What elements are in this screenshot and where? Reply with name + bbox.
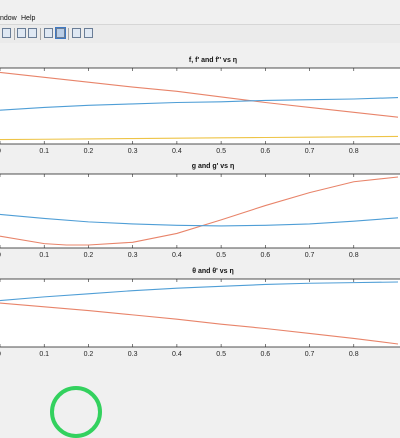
- subplot-title: f, f' and f'' vs η: [189, 57, 237, 64]
- subplots: f, f' and f'' vs η 0.1 0.2 0.3 0.4 0.5 0.6 0.7 0…: [0, 57, 400, 358]
- x-tick-label: 0.6: [260, 351, 270, 358]
- figure-toolbar: [0, 24, 400, 44]
- x-tick-label: 0.3: [128, 351, 138, 358]
- x-tick-label: 0.6: [260, 252, 270, 259]
- x-tick-label: 0.2: [84, 351, 94, 358]
- x-tick-label: 0.7: [305, 252, 315, 259]
- toolbar-separator: [14, 28, 15, 40]
- x-tick-label: 0.1: [39, 351, 49, 358]
- x-tick-label: 0.3: [128, 252, 138, 259]
- x-tick-label: 0.6: [260, 148, 270, 155]
- subplot-1[interactable]: f, f' and f'' vs η 0.1 0.2 0.3 0.4 0.5 0.6 0.7 0…: [0, 57, 400, 155]
- x-tick-label: 0.4: [172, 351, 182, 358]
- x-tick-label: 0.1: [39, 148, 49, 155]
- datacursor-icon[interactable]: [17, 28, 26, 38]
- x-tick-label: 0.5: [216, 148, 226, 155]
- subplot-3[interactable]: θ and θ' vs η 0.1 0.2 0.3 0.4 0.5 0.6 0.7 0.8 0: [0, 268, 400, 358]
- figure-canvas[interactable]: f, f' and f'' vs η 0.1 0.2 0.3 0.4 0.5 0.6 0.7 0…: [0, 43, 400, 390]
- x-tick-label-zero: 0: [0, 351, 1, 358]
- x-tick-label: 0.3: [128, 148, 138, 155]
- x-tick-label: 0.5: [216, 351, 226, 358]
- link-icon[interactable]: [44, 28, 53, 38]
- x-tick-label: 0.2: [84, 148, 94, 155]
- x-tick-label: 0.4: [172, 252, 182, 259]
- menu-window[interactable]: ndow: [0, 15, 17, 22]
- colorbar-icon[interactable]: [55, 27, 66, 39]
- menu-help[interactable]: Help: [21, 15, 35, 22]
- print-icon[interactable]: [2, 28, 11, 38]
- subplot-title: g and g' vs η: [192, 163, 235, 170]
- x-tick-label: 0.8: [349, 351, 359, 358]
- x-tick-label: 0.8: [349, 252, 359, 259]
- toolbar-separator: [40, 28, 41, 40]
- subplot-title: θ and θ' vs η: [192, 268, 234, 275]
- menu-bar: ndow Help: [0, 0, 400, 24]
- x-tick-label-zero: 0: [0, 252, 1, 259]
- x-tick-label-zero: 0: [0, 148, 1, 155]
- x-tick-label: 0.7: [305, 351, 315, 358]
- x-tick-label: 0.7: [305, 148, 315, 155]
- x-tick-label: 0.8: [349, 148, 359, 155]
- x-tick-label: 0.1: [39, 252, 49, 259]
- x-tick-label: 0.2: [84, 252, 94, 259]
- toolbar-separator: [68, 28, 69, 40]
- x-tick-label: 0.5: [216, 252, 226, 259]
- legend-icon[interactable]: [72, 28, 81, 38]
- subplot-2[interactable]: g and g' vs η 0.1 0.2 0.3 0.4 0.5 0.6 0.7 0.8 0: [0, 163, 400, 259]
- dock-icon[interactable]: [84, 28, 93, 38]
- x-tick-label: 0.4: [172, 148, 182, 155]
- brush-icon[interactable]: [28, 28, 37, 38]
- cursor-highlight: [50, 386, 102, 438]
